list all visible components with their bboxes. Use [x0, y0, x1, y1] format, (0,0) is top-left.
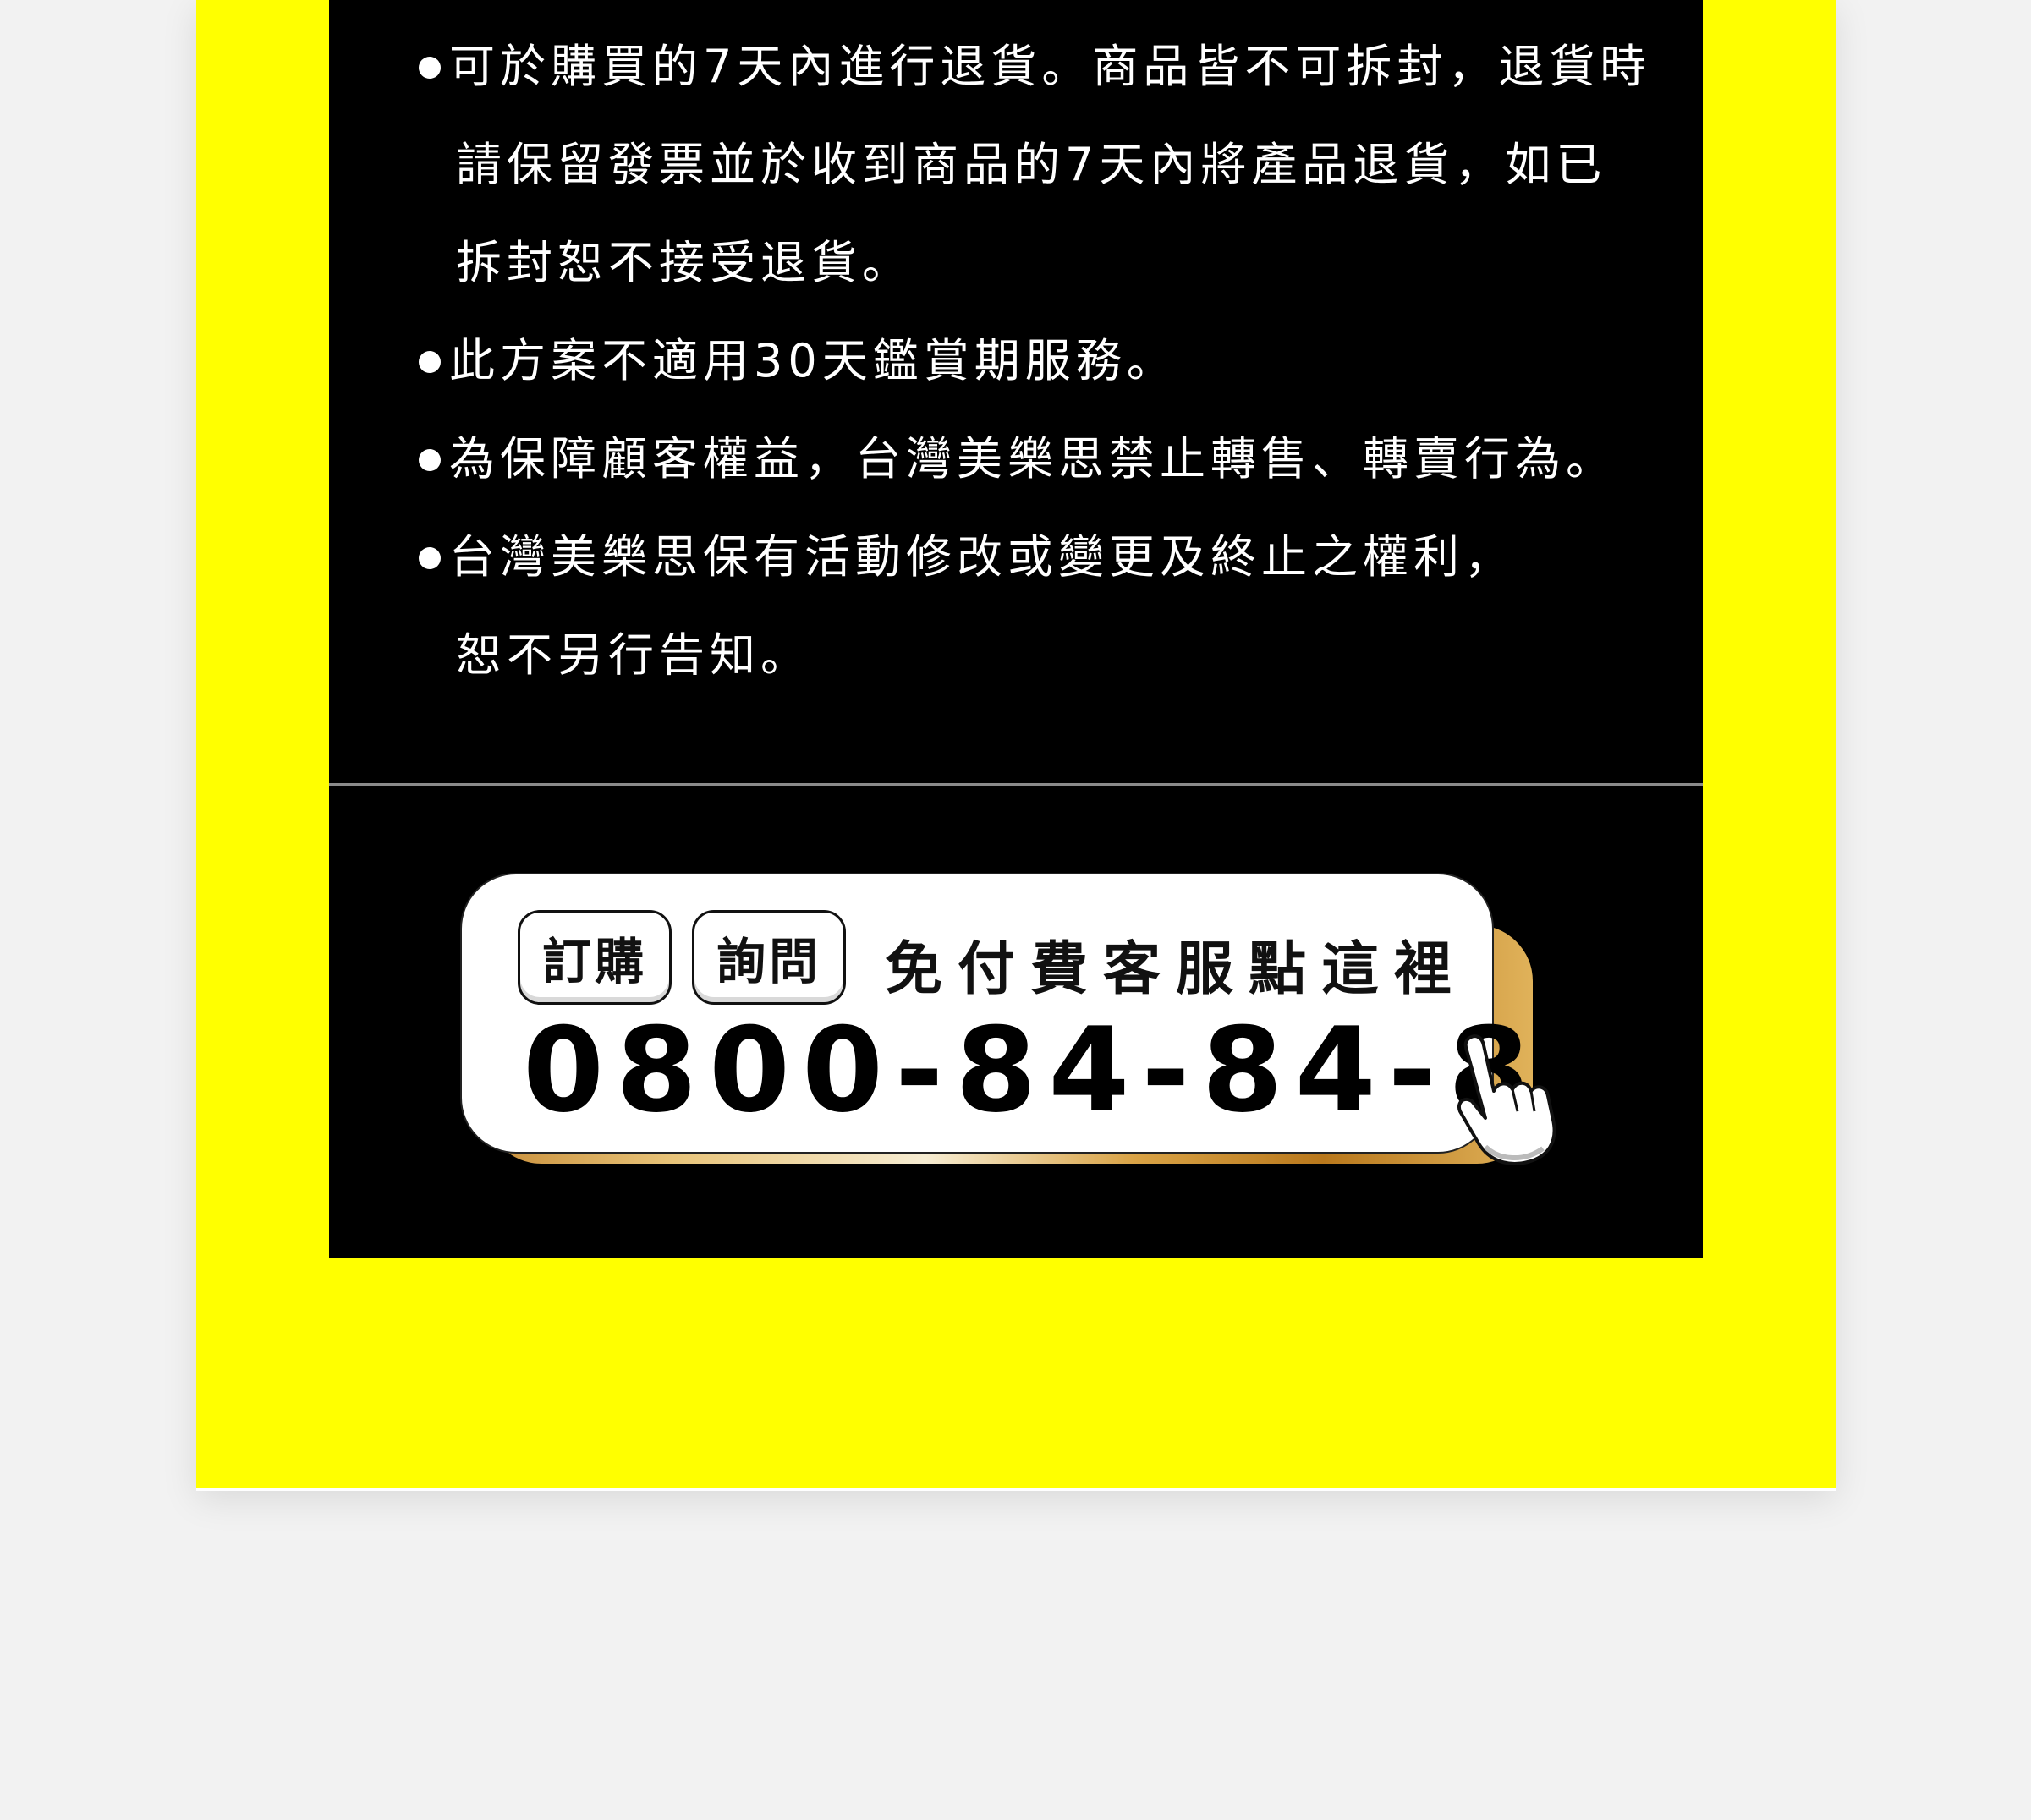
term-line: 此方案不適用30天鑑賞期服務。	[449, 334, 1177, 387]
divider	[329, 783, 1703, 786]
bullet-icon	[419, 547, 441, 569]
bullet-icon	[419, 57, 441, 79]
pointing-hand-icon	[1457, 1034, 1556, 1165]
term-line: 可於購買的7天內進行退貨。商品皆不可拆封，退貨時	[449, 40, 1651, 93]
bullet-icon	[419, 351, 441, 373]
term-line: 拆封恕不接受退貨。	[456, 236, 913, 289]
toll-free-label: 免付費客服點這裡	[885, 936, 1468, 1003]
bullet-icon	[419, 449, 441, 471]
customer-service-call-button[interactable]: 訂購 詢問 免付費客服點這裡 0800-84-84-84	[460, 873, 1622, 1177]
promo-card: 可於購買的7天內進行退貨。商品皆不可拆封，退貨時 請保留發票並於收到商品的7天內…	[196, 0, 1836, 1491]
inquiry-tag: 詢問	[692, 910, 846, 1005]
term-line: 台灣美樂思保有活動修改或變更及終止之權利，	[449, 530, 1515, 584]
button-face: 訂購 詢問 免付費客服點這裡 0800-84-84-84	[460, 873, 1622, 1154]
term-line: 恕不另行告知。	[456, 628, 811, 682]
term-line: 請保留發票並於收到商品的7天內將產品退貨，如已	[456, 138, 1607, 191]
term-line: 為保障顧客權益，台灣美樂思禁止轉售、轉賣行為。	[449, 432, 1617, 485]
order-tag: 訂購	[518, 910, 672, 1005]
terms-panel: 可於購買的7天內進行退貨。商品皆不可拆封，退貨時 請保留發票並於收到商品的7天內…	[329, 0, 1703, 1258]
